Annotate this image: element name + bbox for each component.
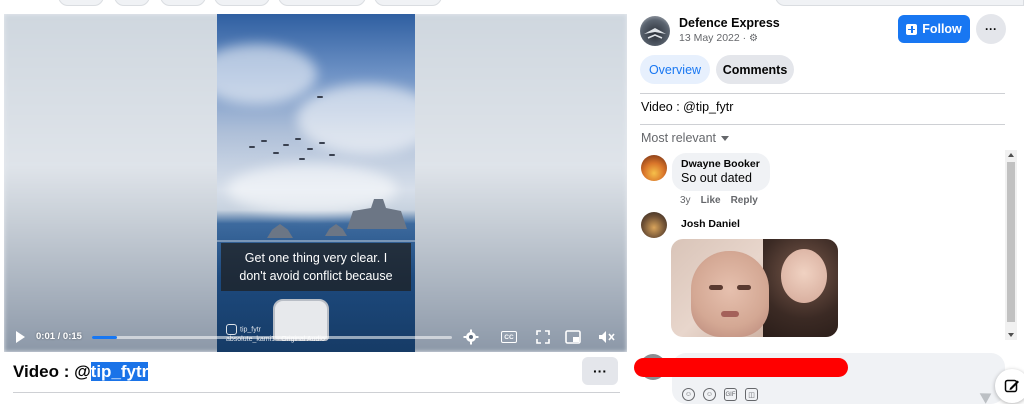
picture-in-picture-icon[interactable] <box>564 328 582 346</box>
like-link[interactable]: Like <box>701 195 721 206</box>
top-nav-pill[interactable] <box>58 0 104 6</box>
gif-baby-face <box>691 251 769 337</box>
post-title-selected[interactable]: tip_fytr <box>90 362 149 381</box>
follow-label: Follow <box>922 22 962 36</box>
comments-scrollbar[interactable] <box>1005 150 1017 340</box>
comment-bubble: Dwayne Booker So out dated <box>672 153 770 191</box>
video-player[interactable]: Get one thing very clear. I don't avoid … <box>4 14 627 352</box>
aircraft <box>283 144 289 146</box>
scroll-thumb[interactable] <box>1007 162 1015 322</box>
sticker-icon[interactable]: ◫ <box>745 388 758 401</box>
top-nav-pill[interactable] <box>374 0 442 6</box>
follow-icon <box>906 23 918 35</box>
composer-toolbar: ☺ ☺ GIF ◫ <box>682 388 758 401</box>
video-caption: Get one thing very clear. I don't avoid … <box>221 243 411 291</box>
privacy-gear-icon: ⚙ <box>749 33 759 44</box>
page-name[interactable]: Defence Express <box>679 16 780 30</box>
caption-line: Get one thing very clear. I <box>244 251 388 265</box>
sea-foam <box>217 240 415 242</box>
aircraft <box>329 154 335 156</box>
reply-link[interactable]: Reply <box>731 195 758 206</box>
comment-author[interactable]: Josh Daniel <box>681 218 740 230</box>
play-icon[interactable] <box>16 331 25 343</box>
redaction-mark <box>634 358 848 377</box>
emoji-icon[interactable]: ☺ <box>703 388 716 401</box>
aircraft <box>299 158 305 160</box>
facebook-video-viewer: Get one thing very clear. I don't avoid … <box>0 0 1024 404</box>
follow-button[interactable]: Follow <box>898 15 970 43</box>
post-title-prefix: Video : @ <box>13 362 91 381</box>
divider <box>640 124 1005 125</box>
scroll-down-icon[interactable] <box>1008 333 1014 337</box>
warship <box>325 224 347 236</box>
comment-meta: 3y Like Reply <box>680 195 768 206</box>
warship <box>267 224 293 238</box>
aircraft <box>261 140 267 142</box>
gif-adult-face <box>781 249 827 303</box>
post-date[interactable]: 13 May 2022 · ⚙ <box>679 32 758 44</box>
video-frame[interactable] <box>217 14 415 352</box>
cc-label: CC <box>501 331 517 343</box>
aircraft <box>295 138 301 140</box>
cloud <box>217 44 317 104</box>
tab-comments[interactable]: Comments <box>716 55 794 84</box>
avatar-sticker-icon[interactable]: ☺ <box>682 388 695 401</box>
mute-icon[interactable] <box>598 328 616 346</box>
video-progress-fill <box>92 336 118 339</box>
post-description: Video : @tip_fytr <box>641 100 734 114</box>
page-avatar[interactable] <box>640 16 670 46</box>
aircraft <box>249 146 255 148</box>
compose-icon <box>1004 379 1019 393</box>
post-more-button[interactable]: ··· <box>582 357 618 385</box>
new-message-button[interactable] <box>995 369 1024 403</box>
top-nav-pill[interactable] <box>214 0 270 6</box>
tab-overview[interactable]: Overview <box>640 55 710 84</box>
cloud <box>297 84 415 154</box>
post-date-text: 13 May 2022 · <box>679 32 750 44</box>
avatar[interactable] <box>641 155 667 181</box>
comment-gif[interactable] <box>671 239 838 337</box>
divider <box>13 392 620 393</box>
divider <box>640 93 1005 94</box>
closed-captions-icon[interactable]: CC <box>500 328 518 346</box>
comment-author[interactable]: Dwayne Booker <box>681 158 760 170</box>
sort-label: Most relevant <box>641 131 717 145</box>
comment-sort-dropdown[interactable]: Most relevant <box>641 131 730 145</box>
top-search-bar[interactable] <box>775 0 1024 6</box>
top-nav-pill[interactable] <box>278 0 366 6</box>
avatar[interactable] <box>641 212 667 238</box>
caption-line: don't avoid conflict because <box>239 269 393 283</box>
aircraft <box>307 148 313 150</box>
video-controls: 0:01 / 0:15 CC <box>4 322 627 352</box>
top-nav-pill[interactable] <box>114 0 150 6</box>
post-title: Video : @tip_fytr <box>13 362 149 382</box>
aircraft <box>273 152 279 154</box>
video-time: 0:01 / 0:15 <box>36 331 82 342</box>
scroll-up-icon[interactable] <box>1008 153 1014 157</box>
aircraft <box>317 96 323 98</box>
comment-text: So out dated <box>681 171 752 185</box>
fullscreen-icon[interactable] <box>534 328 552 346</box>
comment-age[interactable]: 3y <box>680 195 691 206</box>
chevron-down-icon <box>721 136 730 142</box>
aircraft <box>319 142 325 144</box>
settings-gear-icon[interactable] <box>462 328 480 346</box>
top-nav-pill[interactable] <box>160 0 206 6</box>
page-more-button[interactable]: ··· <box>976 14 1006 44</box>
video-progress-bar[interactable] <box>92 336 452 339</box>
gif-icon[interactable]: GIF <box>724 388 737 401</box>
